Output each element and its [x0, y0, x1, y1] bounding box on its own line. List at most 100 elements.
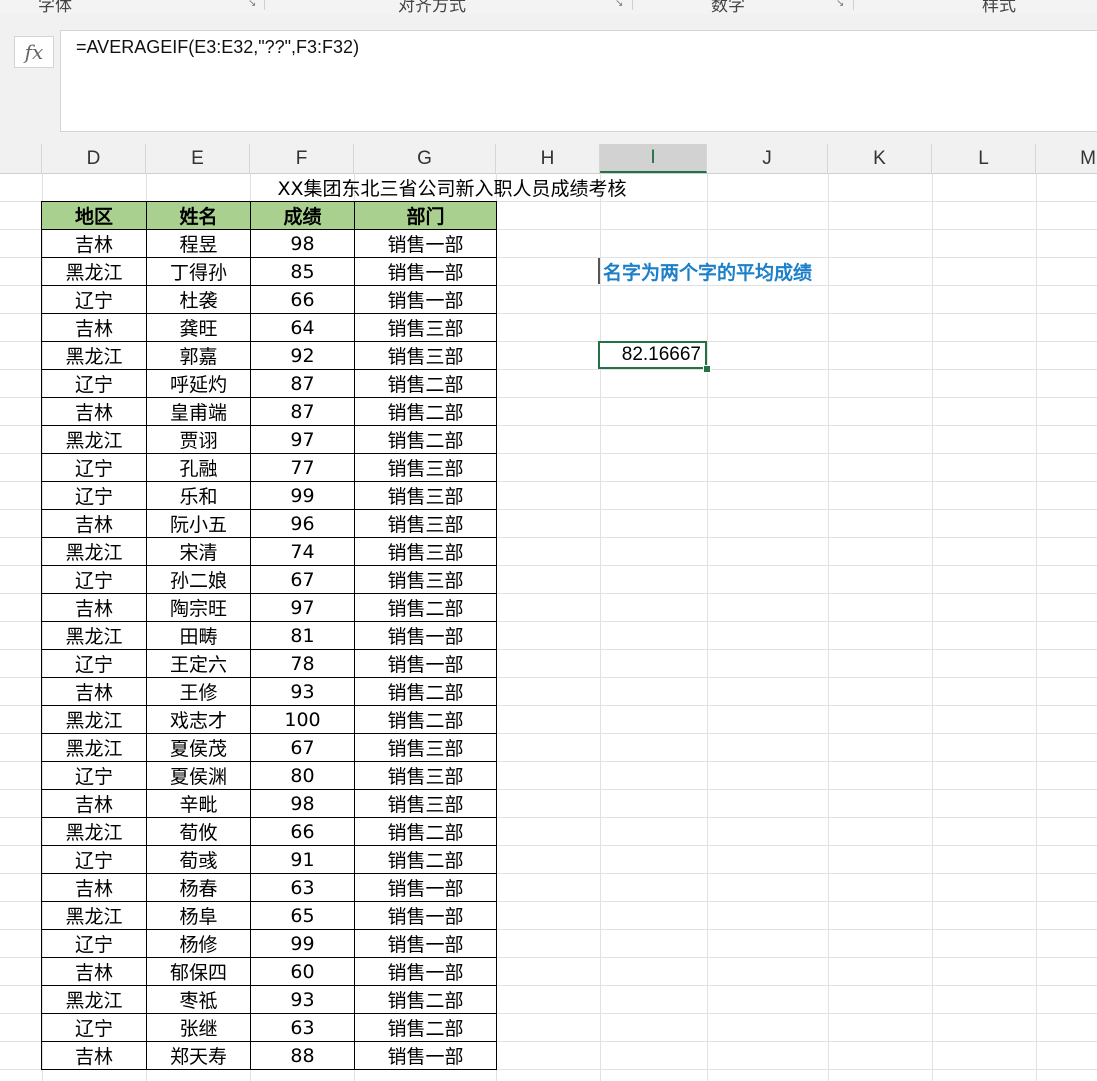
cell-name[interactable]: 杜袭 — [146, 285, 251, 314]
cell-score[interactable]: 97 — [250, 593, 355, 622]
header-department[interactable]: 部门 — [354, 201, 497, 230]
fill-handle[interactable] — [703, 365, 711, 373]
cell-name[interactable]: 阮小五 — [146, 509, 251, 538]
cell-region[interactable]: 辽宁 — [41, 565, 147, 594]
column-header-i[interactable]: I — [600, 144, 707, 173]
cell-region[interactable]: 吉林 — [41, 677, 147, 706]
cell-department[interactable]: 销售二部 — [354, 593, 497, 622]
active-cell-result[interactable]: 82.16667 — [598, 341, 707, 369]
cell-score[interactable]: 99 — [250, 929, 355, 958]
cell-score[interactable]: 99 — [250, 481, 355, 510]
cell-name[interactable]: 乐和 — [146, 481, 251, 510]
cell-region[interactable]: 辽宁 — [41, 1013, 147, 1042]
cell-region[interactable]: 黑龙江 — [41, 901, 147, 930]
cell-region[interactable]: 黑龙江 — [41, 341, 147, 370]
cell-region[interactable]: 辽宁 — [41, 481, 147, 510]
cell-score[interactable]: 65 — [250, 901, 355, 930]
cell-region[interactable]: 黑龙江 — [41, 705, 147, 734]
cell-department[interactable]: 销售一部 — [354, 873, 497, 902]
cell-department[interactable]: 销售一部 — [354, 229, 497, 258]
cell-name[interactable]: 陶宗旺 — [146, 593, 251, 622]
cell-name[interactable]: 郁保四 — [146, 957, 251, 986]
cell-department[interactable]: 销售二部 — [354, 845, 497, 874]
column-header-g[interactable]: G — [354, 144, 496, 173]
cell-department[interactable]: 销售一部 — [354, 1041, 497, 1070]
average-label[interactable]: 名字为两个字的平均成绩 — [603, 258, 812, 285]
cell-department[interactable]: 销售三部 — [354, 733, 497, 762]
cell-name[interactable]: 荀攸 — [146, 817, 251, 846]
cell-region[interactable]: 吉林 — [41, 313, 147, 342]
cell-region[interactable]: 辽宁 — [41, 845, 147, 874]
cell-region[interactable]: 吉林 — [41, 1041, 147, 1070]
cell-name[interactable]: 戏志才 — [146, 705, 251, 734]
cell-region[interactable]: 辽宁 — [41, 369, 147, 398]
cell-score[interactable]: 88 — [250, 1041, 355, 1070]
cell-score[interactable]: 98 — [250, 229, 355, 258]
alignment-dialog-launcher-icon[interactable]: ↘ — [615, 0, 623, 9]
select-all-corner[interactable] — [0, 144, 42, 173]
column-header-m[interactable]: M — [1036, 144, 1097, 173]
cell-region[interactable]: 辽宁 — [41, 761, 147, 790]
cell-region[interactable]: 辽宁 — [41, 285, 147, 314]
cell-score[interactable]: 63 — [250, 873, 355, 902]
cell-department[interactable]: 销售一部 — [354, 649, 497, 678]
column-header-l[interactable]: L — [932, 144, 1036, 173]
cell-score[interactable]: 67 — [250, 565, 355, 594]
cell-name[interactable]: 杨修 — [146, 929, 251, 958]
cell-score[interactable]: 63 — [250, 1013, 355, 1042]
cell-name[interactable]: 王修 — [146, 677, 251, 706]
cell-name[interactable]: 龚旺 — [146, 313, 251, 342]
font-dialog-launcher-icon[interactable]: ↘ — [248, 0, 256, 9]
cell-department[interactable]: 销售二部 — [354, 817, 497, 846]
cell-department[interactable]: 销售三部 — [354, 789, 497, 818]
cell-name[interactable]: 荀彧 — [146, 845, 251, 874]
cell-department[interactable]: 销售一部 — [354, 929, 497, 958]
cell-name[interactable]: 杨阜 — [146, 901, 251, 930]
cell-score[interactable]: 93 — [250, 985, 355, 1014]
cell-department[interactable]: 销售一部 — [354, 285, 497, 314]
cell-region[interactable]: 辽宁 — [41, 929, 147, 958]
cell-region[interactable]: 辽宁 — [41, 649, 147, 678]
cell-region[interactable]: 黑龙江 — [41, 985, 147, 1014]
column-header-k[interactable]: K — [828, 144, 932, 173]
cell-department[interactable]: 销售三部 — [354, 481, 497, 510]
cell-score[interactable]: 67 — [250, 733, 355, 762]
cell-score[interactable]: 87 — [250, 397, 355, 426]
cell-score[interactable]: 74 — [250, 537, 355, 566]
cell-department[interactable]: 销售二部 — [354, 985, 497, 1014]
cell-score[interactable]: 97 — [250, 425, 355, 454]
header-name[interactable]: 姓名 — [146, 201, 251, 230]
cell-score[interactable]: 98 — [250, 789, 355, 818]
cell-name[interactable]: 孙二娘 — [146, 565, 251, 594]
cell-region[interactable]: 吉林 — [41, 509, 147, 538]
cell-name[interactable]: 杨春 — [146, 873, 251, 902]
cell-department[interactable]: 销售三部 — [354, 565, 497, 594]
cell-department[interactable]: 销售一部 — [354, 621, 497, 650]
cell-name[interactable]: 王定六 — [146, 649, 251, 678]
cell-score[interactable]: 77 — [250, 453, 355, 482]
cell-department[interactable]: 销售二部 — [354, 369, 497, 398]
cell-score[interactable]: 78 — [250, 649, 355, 678]
cell-department[interactable]: 销售二部 — [354, 677, 497, 706]
cell-region[interactable]: 吉林 — [41, 593, 147, 622]
cell-score[interactable]: 91 — [250, 845, 355, 874]
cell-score[interactable]: 81 — [250, 621, 355, 650]
column-header-d[interactable]: D — [42, 144, 146, 173]
cell-score[interactable]: 80 — [250, 761, 355, 790]
cell-name[interactable]: 夏侯渊 — [146, 761, 251, 790]
cell-name[interactable]: 宋清 — [146, 537, 251, 566]
cell-region[interactable]: 吉林 — [41, 957, 147, 986]
cell-name[interactable]: 皇甫端 — [146, 397, 251, 426]
cell-department[interactable]: 销售三部 — [354, 313, 497, 342]
cell-department[interactable]: 销售三部 — [354, 537, 497, 566]
cell-name[interactable]: 呼延灼 — [146, 369, 251, 398]
cell-department[interactable]: 销售二部 — [354, 425, 497, 454]
cell-department[interactable]: 销售一部 — [354, 257, 497, 286]
cell-name[interactable]: 丁得孙 — [146, 257, 251, 286]
insert-function-icon[interactable]: fx — [14, 36, 54, 68]
cell-department[interactable]: 销售三部 — [354, 761, 497, 790]
cell-region[interactable]: 黑龙江 — [41, 425, 147, 454]
header-region[interactable]: 地区 — [41, 201, 147, 230]
cell-name[interactable]: 枣祗 — [146, 985, 251, 1014]
cell-score[interactable]: 87 — [250, 369, 355, 398]
